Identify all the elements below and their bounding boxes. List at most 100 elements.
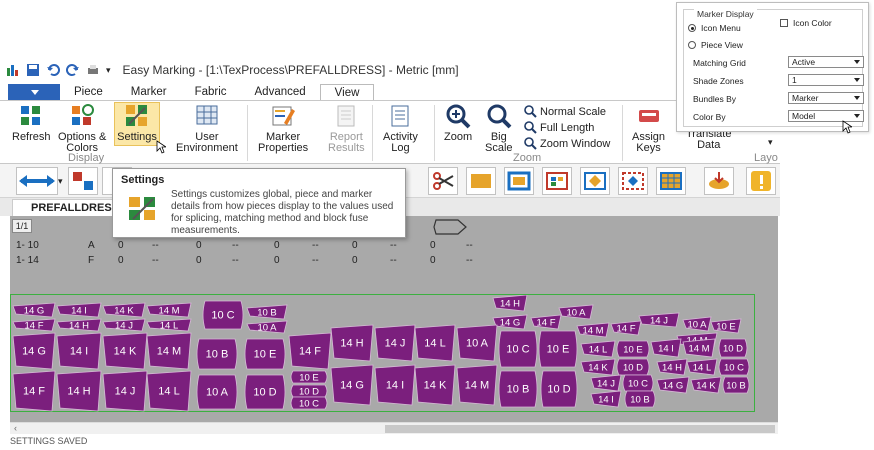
marker-piece[interactable]: 10 B [196,338,238,370]
marker-layout-area[interactable]: 14 G 14 I 14 K 14 M 10 C 10 B 14 H 14 G 14 F 10 A… [10,294,755,412]
marker-piece[interactable]: 14 L [146,318,192,332]
tool-frame[interactable] [504,167,534,195]
marker-piece[interactable]: 14 F [288,332,332,370]
marker-piece[interactable]: 14 G [12,302,56,318]
marker-piece[interactable]: 14 F [12,370,56,412]
file-menu-button[interactable] [8,84,60,101]
marker-piece[interactable]: 14 H [492,294,528,312]
marker-piece[interactable]: 14 M [456,364,498,406]
marker-piece[interactable]: 10 E [538,330,578,368]
icon-color-checkbox[interactable]: Icon Color [780,18,832,28]
marker-piece[interactable]: 14 I [56,302,102,318]
normal-scale-button[interactable]: Normal Scale [524,105,606,118]
marker-piece[interactable]: 14 J [102,370,148,412]
marker-piece[interactable]: 14 M [146,302,192,318]
marker-piece[interactable]: 14 K [690,376,722,394]
marker-piece[interactable]: 10 B [246,304,288,320]
marker-piece[interactable]: 14 L [414,324,456,362]
tab-fabric[interactable]: Fabric [181,84,241,101]
marker-piece[interactable]: 14 G [492,314,528,330]
icon-menu-radio[interactable]: Icon Menu [688,23,741,33]
scroll-thumb[interactable] [385,425,775,433]
marker-piece[interactable]: 14 G [656,376,690,394]
tool-export[interactable] [704,167,734,195]
refresh-button[interactable]: Refresh [12,103,51,143]
marker-piece[interactable]: 14 M [576,322,610,338]
marker-piece[interactable]: 10 C [290,396,328,410]
activity-log-button[interactable]: Activity Log [383,103,418,154]
marker-piece[interactable]: 14 G [330,364,374,406]
marker-piece[interactable]: 14 L [146,370,192,412]
marker-piece[interactable]: 14 F [610,320,642,336]
tab-piece[interactable]: Piece [60,84,117,101]
marker-piece[interactable]: 10 A [196,374,238,410]
report-results-button[interactable]: Report Results [328,103,365,154]
big-scale-button[interactable]: Big Scale [485,103,513,154]
marker-piece[interactable]: 10 D [244,374,286,410]
marker-piece[interactable]: 10 D [718,338,748,358]
marker-piece[interactable]: 14 K [414,364,456,406]
marker-piece[interactable]: 14 J [590,374,622,392]
marker-properties-button[interactable]: Marker Properties [258,103,308,154]
ribbon-more-icon[interactable]: ▾ [768,137,773,148]
options-colors-button[interactable]: Options & Colors [58,103,106,154]
undo-icon[interactable] [46,63,60,77]
marker-piece[interactable]: 10 A [682,316,712,332]
marker-piece[interactable]: 10 A [558,304,594,320]
tool-table[interactable] [656,167,686,195]
marker-piece[interactable]: 14 I [650,338,682,358]
marker-piece[interactable]: 10 E [244,338,286,370]
tool-fold[interactable] [466,167,496,195]
marker-piece[interactable]: 10 C [498,330,538,368]
marker-piece[interactable]: 14 M [146,332,192,370]
translate-data-button[interactable]: Translate Data [686,129,731,151]
assign-keys-button[interactable]: Assign Keys [632,103,665,154]
tab-marker[interactable]: Marker [117,84,181,101]
marker-piece[interactable]: 10 C [718,358,750,376]
marker-piece[interactable]: 10 E [710,318,742,334]
tab-view[interactable]: View [319,84,375,101]
settings-button[interactable]: Settings [114,102,160,146]
marker-piece[interactable]: 14 K [102,302,146,318]
tool-warning[interactable] [746,167,776,195]
marker-piece[interactable]: 14 H [656,358,688,376]
color-by-select[interactable]: Model [788,110,864,122]
marker-piece[interactable]: 10 B [624,390,656,408]
marker-piece[interactable]: 14 H [56,318,102,332]
marker-piece[interactable]: 14 H [56,370,102,412]
marker-piece[interactable]: 10 D [616,358,650,376]
marker-piece[interactable]: 14 M [682,338,716,358]
marker-piece[interactable]: 10 A [456,324,498,362]
marker-piece[interactable]: 14 H [330,324,374,362]
marker-piece[interactable]: 10 B [722,376,750,394]
marker-piece[interactable]: 14 L [580,340,616,358]
marker-piece[interactable]: 14 I [56,332,102,370]
zoom-button[interactable]: Zoom [444,103,472,143]
zoom-window-button[interactable]: Zoom Window [524,137,610,150]
customize-dropdown-icon[interactable]: ▾ [106,65,111,76]
tool-cut[interactable] [428,167,458,195]
marker-piece[interactable]: 10 E [290,370,328,384]
save-icon[interactable] [26,63,40,77]
marker-piece[interactable]: 14 I [374,364,416,406]
marker-pieces[interactable]: 14 G 14 I 14 K 14 M 10 C 10 B 14 H 14 G 14 F 10 A… [11,294,756,413]
marker-piece[interactable]: 14 J [102,318,146,332]
marker-piece[interactable]: 14 G [12,332,56,370]
shade-zones-select[interactable]: 1 [788,74,864,86]
tool-grid[interactable] [542,167,572,195]
marker-piece[interactable]: 14 J [374,324,416,362]
marker-piece[interactable]: 10 D [290,384,328,398]
tab-advanced[interactable]: Advanced [241,84,320,101]
marker-piece[interactable]: 14 F [530,314,562,330]
marker-piece[interactable]: 14 I [590,390,622,408]
tool-dropdown-icon[interactable]: ▾ [58,176,63,187]
full-length-button[interactable]: Full Length [524,121,594,134]
redo-icon[interactable] [66,63,80,77]
marker-piece[interactable]: 14 F [12,318,56,332]
marker-piece[interactable]: 10 D [540,370,578,408]
scroll-left-icon[interactable]: ‹ [14,423,17,433]
tool-diamond[interactable] [580,167,610,195]
bundles-by-select[interactable]: Marker [788,92,864,104]
marker-piece[interactable]: 10 E [616,340,650,358]
marker-piece[interactable]: 14 K [580,358,616,376]
